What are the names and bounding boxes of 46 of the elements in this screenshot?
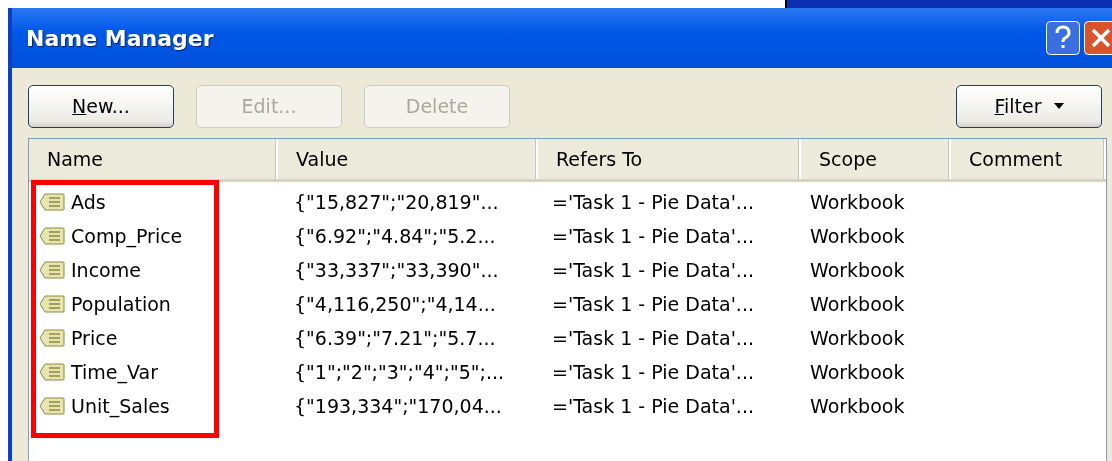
value-text: {"193,334";"170,04...: [294, 395, 502, 417]
close-icon[interactable]: [1084, 21, 1112, 55]
caret-icon: [1053, 103, 1064, 109]
name-tag-icon: [39, 363, 65, 381]
scope-text: Workbook: [810, 225, 905, 247]
name-text[interactable]: Income: [71, 259, 141, 281]
value-text: {"4,116,250";"4,14...: [294, 293, 496, 315]
name-tag-icon: [39, 193, 65, 211]
scope-text: Workbook: [810, 259, 905, 281]
refers-to-text: ='Task 1 - Pie Data'...: [552, 259, 754, 281]
scope-text: Workbook: [810, 293, 905, 315]
column-header[interactable]: Comment: [951, 139, 1106, 179]
value-text: {"15,827";"20,819"...: [294, 191, 499, 213]
help-icon[interactable]: [1046, 21, 1080, 55]
column-header[interactable]: Scope: [801, 139, 951, 179]
scope-text: Workbook: [810, 191, 905, 213]
refers-to-text: ='Task 1 - Pie Data'...: [552, 361, 754, 383]
refers-to-text: ='Task 1 - Pie Data'...: [552, 191, 754, 213]
name-text[interactable]: Population: [71, 293, 171, 315]
column-header[interactable]: Name: [29, 139, 278, 179]
name-text[interactable]: Unit_Sales: [71, 395, 170, 417]
scope-text: Workbook: [810, 361, 905, 383]
name-tag-icon: [39, 397, 65, 415]
refers-to-text: ='Task 1 - Pie Data'...: [552, 225, 754, 247]
name-text[interactable]: Ads: [71, 191, 106, 213]
name-text[interactable]: Comp_Price: [71, 225, 183, 247]
name-tag-icon: [39, 227, 65, 245]
new-button[interactable]: New...: [28, 84, 174, 128]
name-tag-icon: [39, 329, 65, 347]
name-text[interactable]: Time_Var: [71, 361, 158, 383]
name-text[interactable]: Price: [71, 327, 118, 349]
refers-to-text: ='Task 1 - Pie Data'...: [552, 293, 754, 315]
scope-text: Workbook: [810, 327, 905, 349]
value-text: {"6.92";"4.84";"5.2...: [294, 225, 496, 247]
column-header[interactable]: Refers To: [538, 139, 801, 179]
scope-text: Workbook: [810, 395, 905, 417]
window-title: Name Manager: [26, 25, 215, 51]
refers-to-text: ='Task 1 - Pie Data'...: [552, 395, 754, 417]
value-text: {"1";"2";"3";"4";"5";...: [294, 361, 505, 383]
column-header[interactable]: Value: [278, 139, 538, 179]
name-tag-icon: [39, 261, 65, 279]
value-text: {"33,337";"33,390"...: [294, 259, 499, 281]
value-text: {"6.39";"7.21";"5.7...: [294, 327, 496, 349]
filter-button[interactable]: Filter: [956, 84, 1102, 128]
refers-to-text: ='Task 1 - Pie Data'...: [552, 327, 754, 349]
name-tag-icon: [39, 295, 65, 313]
